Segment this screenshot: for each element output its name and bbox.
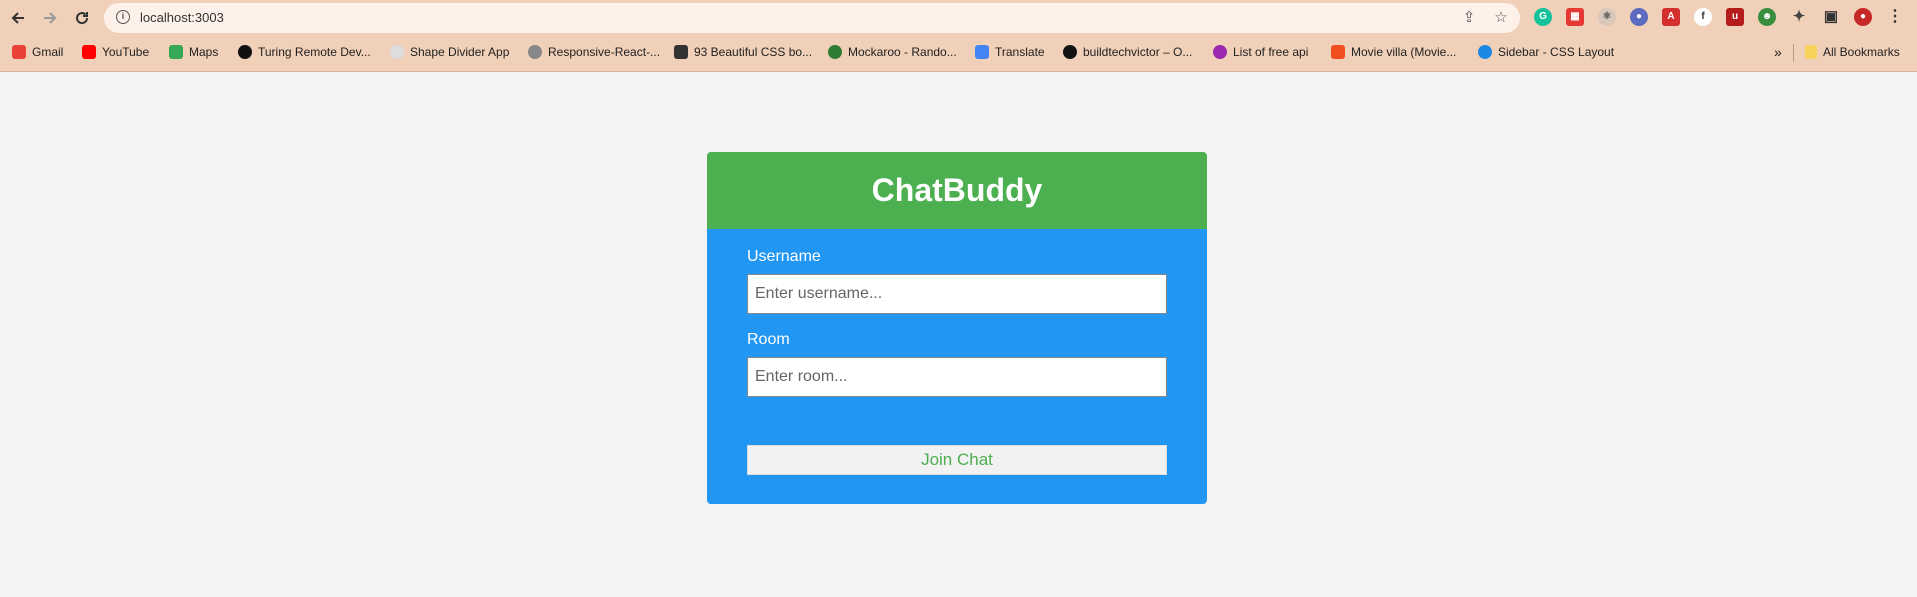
back-icon[interactable] [6, 6, 30, 30]
address-url[interactable]: localhost:3003 [140, 10, 224, 25]
turing-icon [238, 45, 252, 59]
bookmark-label: Gmail [32, 45, 64, 59]
browser-chrome: i localhost:3003 ⇪ ☆ G ▦ ⚛ ● A f u ☻ ✦ ▣… [0, 0, 1917, 72]
chevron-double-right-icon: » [1774, 44, 1782, 60]
all-bookmarks-folder[interactable]: All Bookmarks [1805, 44, 1900, 60]
bookmark-label: Responsive-React-... [548, 45, 661, 59]
menu-kebab-icon[interactable]: ⋮ [1886, 8, 1904, 26]
bookmark-label: Maps [189, 45, 219, 59]
bookmark-maps[interactable]: Maps [169, 44, 218, 60]
card-header: ChatBuddy [707, 152, 1207, 229]
join-chat-button[interactable]: Join Chat [747, 445, 1167, 475]
bookmark-mockaroo[interactable]: Mockaroo - Rando... [828, 44, 957, 60]
bookmarks-overflow-button[interactable]: » [1774, 44, 1782, 60]
translate-icon [975, 45, 989, 59]
bookmark-star-icon[interactable]: ☆ [1492, 9, 1510, 27]
bookmark-label: Turing Remote Dev... [258, 45, 371, 59]
ublock-icon[interactable]: u [1726, 8, 1744, 26]
browser-toolbar: i localhost:3003 ⇪ ☆ G ▦ ⚛ ● A f u ☻ ✦ ▣… [0, 0, 1917, 36]
room-label: Room [747, 331, 790, 348]
bookmark-turing[interactable]: Turing Remote Dev... [238, 44, 371, 60]
figma-icon [1331, 45, 1345, 59]
profile-avatar[interactable]: ● [1854, 8, 1872, 26]
bookmark-label: Translate [995, 45, 1045, 59]
chat-join-card: ChatBuddy Username Room Join Chat [707, 152, 1207, 504]
share-icon[interactable]: ⇪ [1460, 9, 1478, 27]
all-bookmarks-label: All Bookmarks [1823, 45, 1900, 59]
app-title: ChatBuddy [871, 172, 1043, 208]
react-devtools-icon[interactable]: ⚛ [1598, 8, 1616, 26]
api-list-icon [1213, 45, 1227, 59]
chrome-divider [0, 71, 1917, 72]
mockaroo-icon [828, 45, 842, 59]
bookmark-translate[interactable]: Translate [975, 44, 1045, 60]
gmail-icon [12, 45, 26, 59]
extension-circle-icon[interactable]: ● [1630, 8, 1648, 26]
pdf-extension-icon[interactable]: A [1662, 8, 1680, 26]
extensions-puzzle-icon[interactable]: ✦ [1790, 8, 1808, 26]
bookmark-gmail[interactable]: Gmail [12, 44, 63, 60]
shape-divider-icon [390, 45, 404, 59]
forward-icon[interactable] [38, 6, 62, 30]
bookmark-sidebar-css[interactable]: Sidebar - CSS Layout [1478, 44, 1614, 60]
side-panel-icon[interactable]: ▣ [1822, 8, 1840, 26]
join-form: Username Room Join Chat [707, 229, 1207, 504]
bookmarks-bar: Gmail YouTube Maps Turing Remote Dev... … [0, 41, 1917, 63]
bookmark-label: Movie villa (Movie... [1351, 45, 1457, 59]
bookmark-movie-villa[interactable]: Movie villa (Movie... [1331, 44, 1456, 60]
bookmark-label: Shape Divider App [410, 45, 510, 59]
bookmark-buildtech[interactable]: buildtechvictor – O... [1063, 44, 1192, 60]
reload-icon[interactable] [70, 6, 94, 30]
colorful-extension-icon[interactable]: ▦ [1566, 8, 1584, 26]
bookmarks-separator [1793, 44, 1794, 62]
bookmark-label: Mockaroo - Rando... [848, 45, 957, 59]
bookmark-github[interactable]: Responsive-React-... [528, 44, 660, 60]
font-extension-icon[interactable]: f [1694, 8, 1712, 26]
bookmark-free-api[interactable]: List of free api [1213, 44, 1308, 60]
username-input[interactable] [747, 274, 1167, 314]
bookmark-css-boxes[interactable]: 93 Beautiful CSS bo... [674, 44, 812, 60]
robot-extension-icon[interactable]: ☻ [1758, 8, 1776, 26]
room-input[interactable] [747, 357, 1167, 397]
buildtech-icon [1063, 45, 1077, 59]
username-label: Username [747, 248, 821, 265]
bookmark-label: List of free api [1233, 45, 1309, 59]
sidebar-layout-icon [1478, 45, 1492, 59]
site-info-icon[interactable]: i [116, 10, 130, 24]
github-icon [528, 45, 542, 59]
maps-icon [169, 45, 183, 59]
bookmark-label: buildtechvictor – O... [1083, 45, 1193, 59]
grammarly-extension-icon[interactable]: G [1534, 8, 1552, 26]
folder-icon [1805, 45, 1817, 59]
css-box-icon [674, 45, 688, 59]
address-bar[interactable]: i localhost:3003 ⇪ ☆ [104, 3, 1520, 33]
bookmark-youtube[interactable]: YouTube [82, 44, 149, 60]
bookmark-shape-divider[interactable]: Shape Divider App [390, 44, 509, 60]
bookmark-label: 93 Beautiful CSS bo... [694, 45, 813, 59]
bookmark-label: Sidebar - CSS Layout [1498, 45, 1615, 59]
youtube-icon [82, 45, 96, 59]
bookmark-label: YouTube [102, 45, 150, 59]
